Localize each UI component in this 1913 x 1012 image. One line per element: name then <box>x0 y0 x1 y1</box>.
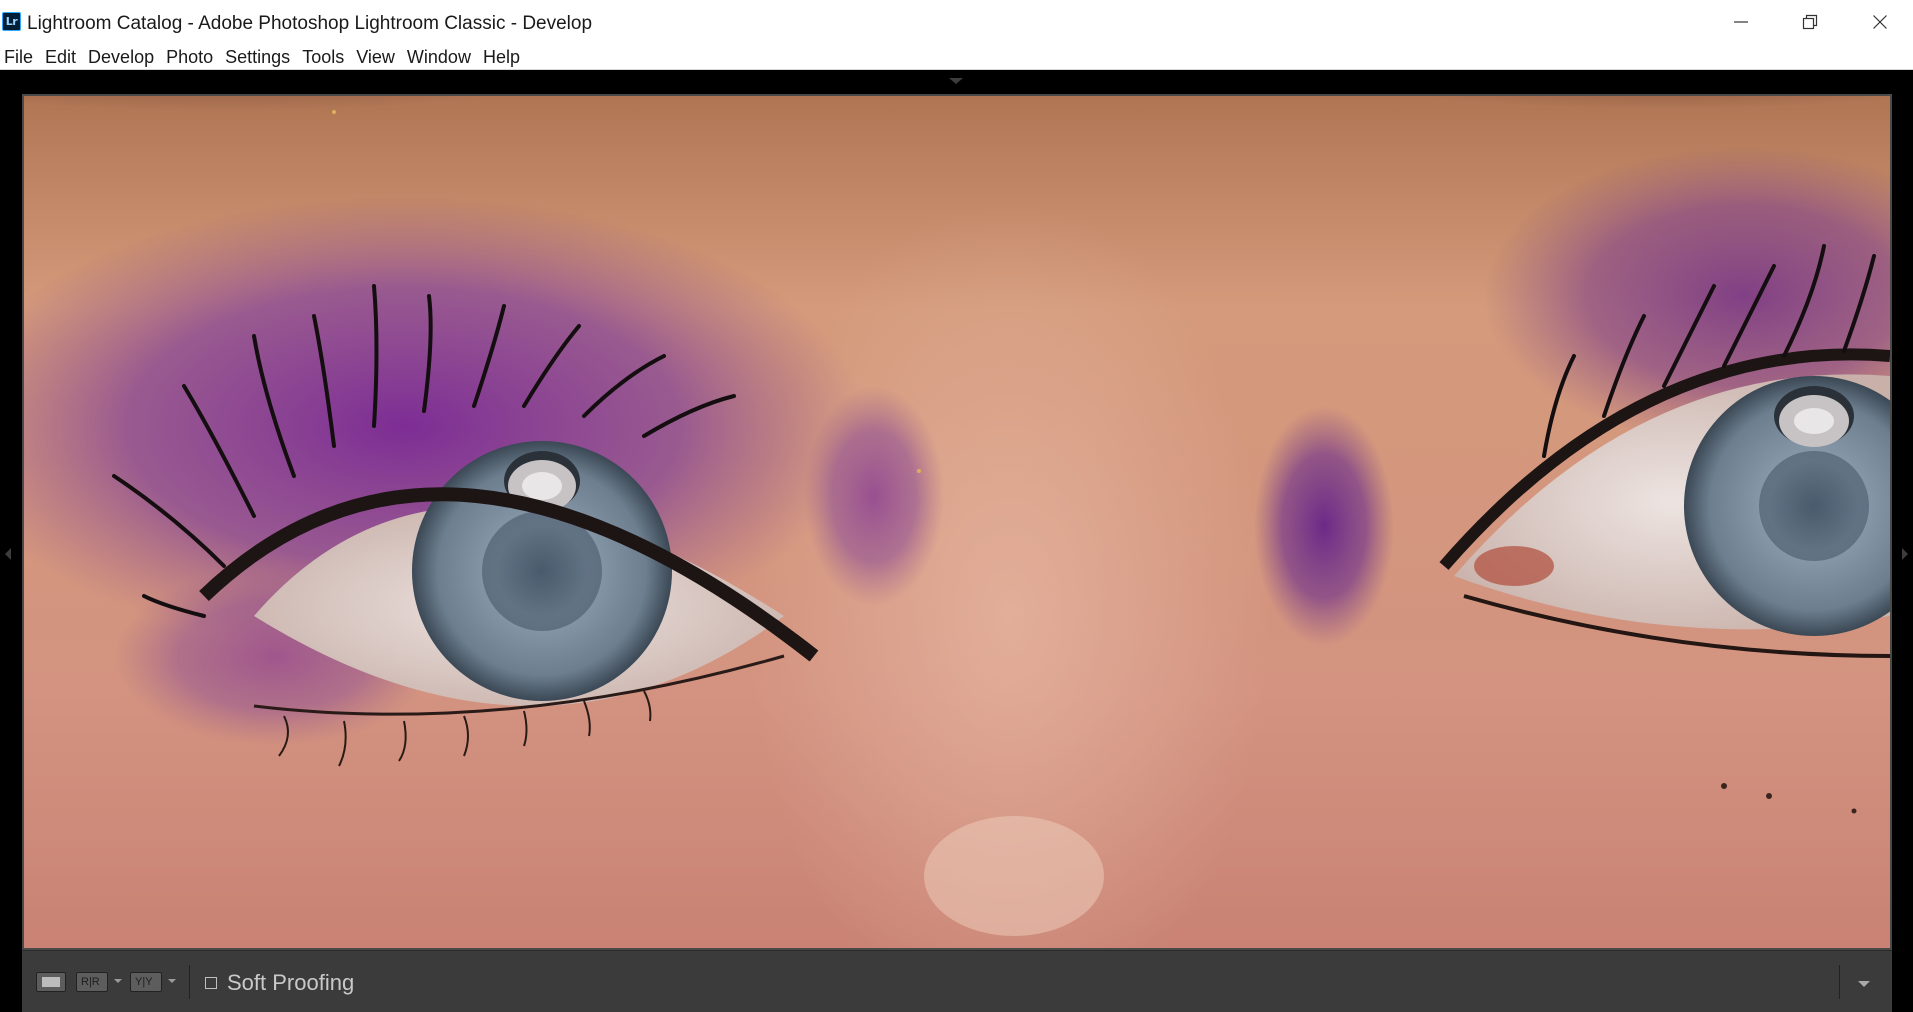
menu-help[interactable]: Help <box>477 45 526 69</box>
top-panel-toggle-icon[interactable] <box>949 78 963 84</box>
before-after-tb-label: Y|Y <box>135 976 153 988</box>
menu-photo[interactable]: Photo <box>160 45 219 69</box>
close-button[interactable] <box>1845 0 1913 44</box>
window-title: Lightroom Catalog - Adobe Photoshop Ligh… <box>27 13 593 34</box>
restore-icon <box>1802 14 1818 30</box>
minimize-icon <box>1734 21 1748 23</box>
menu-edit[interactable]: Edit <box>39 45 82 69</box>
menu-window[interactable]: Window <box>401 45 477 69</box>
before-after-left-right-button[interactable]: R|R <box>76 972 108 992</box>
before-after-lr-label: R|R <box>81 976 100 988</box>
close-icon <box>1873 15 1887 29</box>
menu-file[interactable]: File <box>4 45 39 69</box>
toolbar-content-dropdown-icon[interactable] <box>1858 981 1870 987</box>
photo-preview[interactable] <box>22 94 1892 950</box>
before-after-lr-dropdown-icon[interactable] <box>114 979 122 983</box>
right-panel-toggle-icon[interactable] <box>1902 548 1908 560</box>
develop-toolbar: R|R Y|Y Soft Proofing <box>22 950 1892 1012</box>
photo-image <box>24 96 1890 948</box>
menu-bar: File Edit Develop Photo Settings Tools V… <box>0 44 1913 70</box>
title-bar: Lr Lightroom Catalog - Adobe Photoshop L… <box>0 0 1913 44</box>
toolbar-divider-right <box>1839 965 1840 999</box>
left-panel-toggle-icon[interactable] <box>5 548 11 560</box>
before-after-tb-dropdown-icon[interactable] <box>168 979 176 983</box>
menu-settings[interactable]: Settings <box>219 45 296 69</box>
toolbar-divider <box>189 965 190 999</box>
menu-view[interactable]: View <box>350 45 401 69</box>
restore-button[interactable] <box>1775 0 1845 44</box>
menu-develop[interactable]: Develop <box>82 45 160 69</box>
soft-proofing-checkbox[interactable] <box>205 977 217 989</box>
minimize-button[interactable] <box>1706 0 1776 44</box>
before-after-top-bottom-button[interactable]: Y|Y <box>130 972 162 992</box>
loupe-view-button[interactable] <box>36 972 66 992</box>
menu-tools[interactable]: Tools <box>296 45 350 69</box>
soft-proofing-label[interactable]: Soft Proofing <box>227 970 354 996</box>
lightroom-app-icon[interactable]: Lr <box>2 12 21 31</box>
